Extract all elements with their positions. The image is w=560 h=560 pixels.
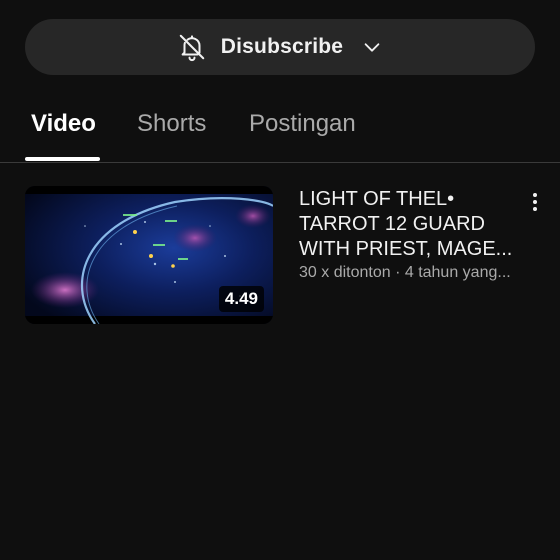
chevron-down-icon (361, 36, 383, 58)
channel-tabs: Video Shorts Postingan (0, 100, 560, 163)
video-thumbnail[interactable]: 4.49 (25, 186, 273, 324)
bell-off-icon (177, 32, 207, 62)
video-stats: 30 x ditonton · 4 tahun yang... (299, 264, 511, 281)
tab-posts[interactable]: Postingan (249, 110, 356, 138)
active-tab-indicator (25, 157, 100, 161)
subscribed-button[interactable]: Disubscribe (25, 19, 535, 75)
tab-video[interactable]: Video (31, 110, 96, 138)
video-duration: 4.49 (218, 286, 264, 312)
channel-page: Disubscribe Video Shorts Postingan 4.49 … (0, 0, 560, 560)
tab-shorts[interactable]: Shorts (137, 110, 206, 138)
subscribed-label: Disubscribe (220, 35, 344, 58)
video-list-item[interactable]: 4.49 LIGHT OF THEL• TARROT 12 GUARD WITH… (0, 186, 560, 326)
more-vert-icon[interactable] (527, 190, 543, 214)
video-title[interactable]: LIGHT OF THEL• TARROT 12 GUARD WITH PRIE… (299, 187, 539, 262)
video-meta: LIGHT OF THEL• TARROT 12 GUARD WITH PRIE… (299, 186, 539, 282)
